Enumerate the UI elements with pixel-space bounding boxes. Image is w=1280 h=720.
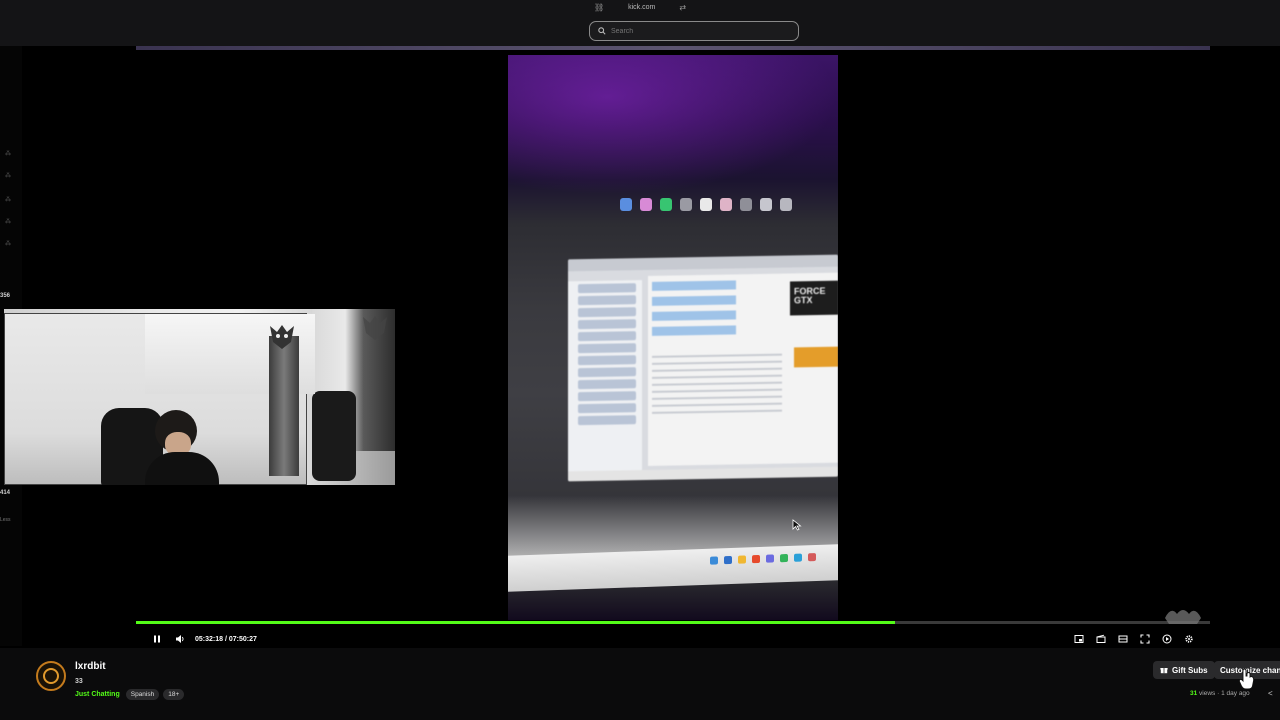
hand-cursor-icon bbox=[1238, 668, 1255, 690]
total-time: 07:50:27 bbox=[228, 635, 257, 643]
clip-button[interactable] bbox=[1096, 631, 1106, 647]
playback-time: 05:32:18 / 07:50:27 bbox=[195, 636, 257, 643]
follower-count: 33 bbox=[75, 678, 83, 685]
playback-speed-button[interactable] bbox=[1162, 631, 1172, 647]
channel-info-bar bbox=[0, 648, 1280, 720]
pc-tower bbox=[269, 336, 299, 476]
current-time: 05:32:18 bbox=[195, 635, 224, 643]
stream-tags: Just Chatting Spanish 18+ bbox=[75, 689, 185, 700]
category-link[interactable]: Just Chatting bbox=[75, 691, 120, 698]
rail-viewer-count: 356 bbox=[0, 293, 11, 299]
webcam-overlay bbox=[4, 309, 395, 485]
clip-icon bbox=[1096, 634, 1106, 643]
fullscreen-button[interactable] bbox=[1140, 631, 1150, 647]
sliders-icon[interactable]: ⇄ bbox=[679, 3, 686, 12]
channel-name[interactable]: lxrdbit bbox=[75, 661, 106, 672]
volume-button[interactable] bbox=[175, 631, 185, 647]
avatar[interactable] bbox=[36, 661, 66, 691]
time-ago: 1 day ago bbox=[1221, 690, 1250, 697]
views-count: 31 bbox=[1190, 690, 1198, 697]
update-button-graphic bbox=[794, 346, 838, 368]
search-field[interactable] bbox=[589, 21, 799, 41]
picture-in-picture-icon bbox=[1074, 635, 1084, 643]
volume-icon bbox=[176, 635, 184, 643]
pause-button[interactable] bbox=[152, 631, 162, 647]
driver-uninstaller-window: FORCE GTX bbox=[568, 254, 838, 482]
share-icon[interactable]: < bbox=[1268, 689, 1273, 698]
settings-button[interactable] bbox=[1184, 631, 1194, 647]
channel-watermark-logo bbox=[1165, 610, 1201, 624]
streamer-body bbox=[145, 452, 219, 485]
desktop-shortcut-icons bbox=[620, 198, 792, 211]
tag-age-rating[interactable]: 18+ bbox=[163, 689, 185, 700]
theater-mode-icon bbox=[1118, 635, 1128, 643]
gift-subs-label: Gift Subs bbox=[1172, 665, 1208, 675]
seek-bar-progress bbox=[136, 621, 896, 624]
windows-taskbar bbox=[508, 544, 838, 592]
gift-subs-button[interactable]: Gift Subs bbox=[1153, 661, 1215, 679]
webcam-main-view bbox=[4, 313, 315, 485]
link-icon[interactable]: ⛓ bbox=[594, 3, 604, 12]
rail-viewer-count: 414 bbox=[0, 490, 11, 496]
pause-icon bbox=[154, 635, 160, 643]
rail-dot[interactable]: ⁂ bbox=[5, 196, 11, 203]
player-controls: 05:32:18 / 07:50:27 bbox=[136, 630, 1210, 648]
seek-bar[interactable] bbox=[136, 621, 1210, 624]
window-titlebar bbox=[568, 254, 838, 272]
view-stats: 31 views · 1 day ago bbox=[1190, 690, 1250, 697]
url-text[interactable]: kick.com bbox=[628, 4, 655, 11]
player-top-edge bbox=[136, 46, 1210, 50]
time-separator: / bbox=[224, 635, 227, 643]
rail-dot[interactable]: ⁂ bbox=[5, 172, 11, 179]
fullscreen-icon bbox=[1140, 634, 1150, 644]
mouse-cursor-icon bbox=[792, 519, 802, 531]
webcam-side-view bbox=[312, 309, 395, 481]
views-label: views bbox=[1199, 690, 1216, 697]
purple-light-glow bbox=[508, 55, 838, 195]
picture-in-picture-button[interactable] bbox=[1074, 631, 1084, 647]
tag-language[interactable]: Spanish bbox=[125, 689, 160, 700]
rail-less-toggle[interactable]: Less bbox=[0, 517, 11, 523]
gift-icon bbox=[1160, 668, 1168, 674]
rail-dot[interactable]: ⁂ bbox=[5, 150, 11, 157]
file-explorer-sidebar bbox=[568, 280, 642, 472]
browser-toolbar: ⛓ kick.com ⇄ bbox=[0, 0, 1280, 46]
search-input[interactable] bbox=[611, 27, 781, 35]
geforce-gtx-badge: FORCE GTX bbox=[790, 280, 838, 316]
rail-dot[interactable]: ⁂ bbox=[5, 218, 11, 225]
playback-speed-icon bbox=[1162, 634, 1172, 644]
search-icon bbox=[598, 27, 606, 35]
rail-dot[interactable]: ⁂ bbox=[5, 240, 11, 247]
url-row: ⛓ kick.com ⇄ bbox=[0, 3, 1280, 12]
player-right-controls bbox=[1074, 631, 1194, 647]
video-content: FORCE GTX bbox=[508, 55, 838, 620]
theater-mode-button[interactable] bbox=[1118, 631, 1128, 647]
gear-icon bbox=[1185, 635, 1193, 643]
logo-sticker-icon bbox=[270, 325, 294, 349]
logo-sticker-icon bbox=[363, 316, 387, 340]
